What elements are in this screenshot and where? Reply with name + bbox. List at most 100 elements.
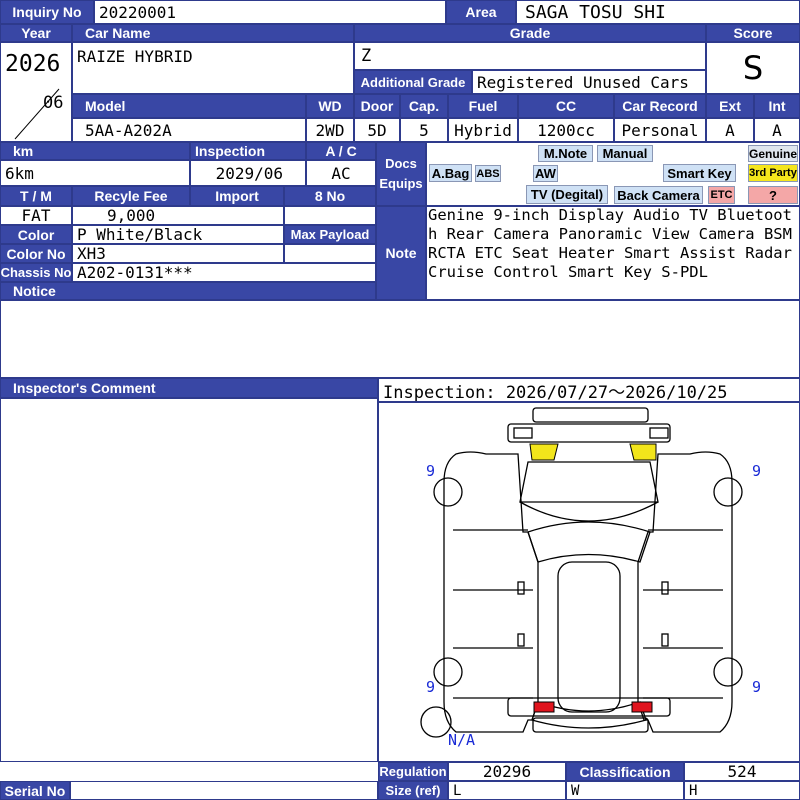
inspection-label: Inspection — [190, 142, 306, 160]
serial-no-value — [70, 781, 378, 800]
size-h: H — [684, 781, 800, 800]
tire-mark-front-left: 9 — [426, 462, 435, 480]
year-box: 2026 06 — [0, 42, 72, 142]
car-name-label: Car Name — [72, 24, 354, 42]
headlight-right — [629, 443, 657, 461]
taillight-right — [631, 701, 653, 713]
front-bumper-top — [532, 407, 649, 423]
score-label: Score — [706, 24, 800, 42]
spare-label: N/A — [448, 731, 475, 749]
car-record-label: Car Record — [614, 94, 706, 118]
front-light-left — [513, 427, 533, 439]
equip-tv: TV (Degital) — [526, 185, 608, 204]
inspector-comment-label: Inspector's Comment — [0, 378, 378, 398]
regulation-label: Regulation — [378, 762, 448, 781]
front-light-right — [649, 427, 669, 439]
headlight-left — [529, 443, 559, 461]
fuel-value: Hybrid — [448, 118, 518, 142]
grade-label: Grade — [354, 24, 706, 42]
eight-no-label: 8 No — [284, 186, 376, 206]
chassis-no-value: A202-0131*** — [72, 263, 376, 282]
km-value: 6km — [0, 160, 190, 186]
recycle-fee-label: Recyle Fee — [72, 186, 190, 206]
inspection-period: Inspection: 2026/07/27〜2026/10/25 — [378, 378, 800, 402]
windshield — [527, 521, 651, 563]
model-label: Model — [72, 94, 306, 118]
wd-value: 2WD — [306, 118, 354, 142]
tire-mark-rear-right: 9 — [752, 678, 761, 696]
docs-label: Docs — [385, 156, 417, 171]
windshield-top — [519, 501, 659, 522]
door-label: Door — [354, 94, 400, 118]
wheel-rear-left — [433, 657, 463, 687]
additional-grade-label: Additional Grade — [354, 70, 472, 94]
note-label: Note — [376, 206, 426, 300]
note-value: Genine 9-inch Display Audio TV Bluetooth… — [428, 206, 792, 281]
inspection-value: 2029/06 — [190, 160, 306, 186]
tm-value: FAT — [0, 206, 72, 225]
fuel-label: Fuel — [448, 94, 518, 118]
spare-tire — [420, 706, 452, 738]
color-no-value: XH3 — [72, 244, 284, 263]
max-payload-label: Max Payload — [284, 225, 376, 244]
car-name-value: RAIZE HYBRID — [72, 42, 354, 94]
hood — [519, 461, 659, 503]
car-diagram: 9 9 9 9 N/A — [420, 407, 761, 749]
tire-mark-rear-left: 9 — [426, 678, 435, 696]
cc-label: CC — [518, 94, 614, 118]
size-l: L — [448, 781, 566, 800]
ac-value: AC — [306, 160, 376, 186]
equip-genuine: Genuine — [748, 145, 798, 162]
ac-label: A / C — [306, 142, 376, 160]
color-no-label: Color No — [0, 244, 72, 263]
area-label: Area — [446, 0, 516, 24]
color-value: P White/Black — [72, 225, 284, 244]
inquiry-value: 20220001 — [94, 0, 446, 24]
area-value: SAGA TOSU SHI — [516, 0, 800, 24]
import-label: Import — [190, 186, 284, 206]
equip-back-camera: Back Camera — [614, 186, 703, 204]
year-label: Year — [0, 24, 72, 42]
equip-manual: Manual — [597, 145, 653, 162]
classification-value: 524 — [684, 762, 800, 781]
int-value: A — [754, 118, 800, 142]
cap-label: Cap. — [400, 94, 448, 118]
regulation-value: 20296 — [448, 762, 566, 781]
door-value: 5D — [354, 118, 400, 142]
equip-mnote: M.Note — [538, 145, 593, 162]
max-payload-value — [284, 244, 376, 263]
model-value: 5AA-A202A — [72, 118, 306, 142]
color-label: Color — [0, 225, 72, 244]
inquiry-label: Inquiry No — [0, 0, 94, 24]
left-handle-1 — [517, 581, 525, 595]
notice-label: Notice — [0, 282, 376, 300]
equip-aw: AW — [533, 165, 558, 182]
inspector-comment-area — [0, 398, 378, 762]
chassis-no-label: Chassis No — [0, 263, 72, 282]
tm-label: T / M — [0, 186, 72, 206]
right-handle-2 — [661, 633, 669, 647]
right-side — [637, 451, 733, 733]
recycle-fee-value: 9,000 — [72, 206, 284, 225]
additional-grade-value: Registered Unused Cars — [472, 70, 706, 94]
docs-equips-label: Docs Equips — [376, 142, 426, 206]
score-value: S — [706, 42, 800, 94]
equip-unknown: ? — [748, 186, 798, 204]
taillight-left — [533, 701, 555, 713]
int-label: Int — [754, 94, 800, 118]
grade-value: Z — [354, 42, 706, 70]
equip-third-party: 3rd Party — [748, 164, 798, 182]
wheel-rear-right — [713, 657, 743, 687]
equips-label: Equips — [379, 176, 423, 191]
cap-value: 5 — [400, 118, 448, 142]
cc-value: 1200cc — [518, 118, 614, 142]
equip-smart-key: Smart Key — [663, 164, 736, 182]
car-record-value: Personal — [614, 118, 706, 142]
ext-value: A — [706, 118, 754, 142]
roof — [557, 561, 621, 713]
size-w: W — [566, 781, 684, 800]
year-value: 2026 — [5, 51, 61, 77]
classification-label: Classification — [566, 762, 684, 781]
equip-abag: A.Bag — [429, 164, 472, 182]
ext-label: Ext — [706, 94, 754, 118]
